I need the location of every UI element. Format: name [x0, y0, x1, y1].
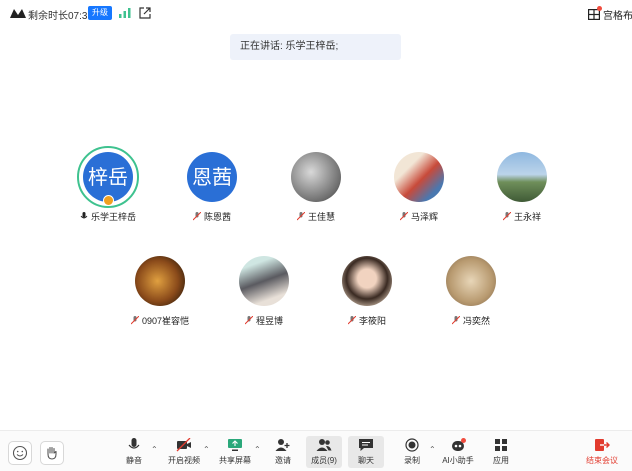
app-logo-icon — [10, 9, 26, 18]
start-video-label: 开启视频 — [168, 456, 200, 465]
participant-tile[interactable]: 梓岳 乐学王梓岳 — [63, 146, 153, 223]
avatar — [394, 152, 444, 202]
apps-icon — [493, 438, 509, 452]
record-button[interactable]: 录制 — [394, 436, 430, 468]
apps-button[interactable]: 应用 — [483, 436, 519, 468]
avatar — [497, 152, 547, 202]
participant-tile[interactable]: 李筱阳 — [322, 256, 412, 327]
participant-name: 陈恩茜 — [203, 212, 231, 222]
share-screen-icon — [227, 438, 243, 452]
record-icon — [404, 438, 420, 452]
meeting-toolbar: 静音 ⌃ 开启视频 ⌃ 共享屏幕 ⌃ 邀请 成员(9) 聊天 录制 ⌃ AI小助… — [0, 430, 632, 471]
mute-button[interactable]: 静音 — [116, 436, 152, 468]
members-icon — [316, 438, 332, 452]
mute-label: 静音 — [126, 456, 142, 465]
top-bar: 剩余时长07:33 升级 宫格布局 — [0, 0, 632, 26]
participant-tile[interactable]: 程昱博 — [219, 256, 309, 327]
share-screen-label: 共享屏幕 — [219, 456, 251, 465]
end-meeting-button[interactable]: 结束会议 — [582, 436, 622, 466]
avatar — [446, 256, 496, 306]
chat-icon — [358, 438, 374, 452]
participant-tile[interactable]: 恩茜 陈恩茜 — [167, 152, 257, 223]
avatar — [135, 256, 185, 306]
ai-assistant-button[interactable]: AI小助手 — [440, 436, 476, 468]
microphone-icon — [126, 438, 142, 452]
participant-tile[interactable]: 王永祥 — [477, 152, 567, 223]
avatar — [291, 152, 341, 202]
chevron-up-icon[interactable]: ⌃ — [254, 445, 261, 454]
upgrade-button[interactable]: 升级 — [88, 6, 112, 20]
exit-icon — [594, 438, 610, 452]
chevron-up-icon[interactable]: ⌃ — [429, 445, 436, 454]
mic-muted-icon — [192, 212, 201, 221]
avatar: 恩茜 — [187, 152, 237, 202]
mic-muted-icon — [130, 316, 139, 325]
ai-assistant-label: AI小助手 — [442, 456, 474, 465]
chat-label: 聊天 — [358, 456, 374, 465]
participant-name: 李筱阳 — [358, 316, 386, 326]
notification-dot — [461, 438, 466, 443]
hand-icon — [47, 446, 57, 460]
mic-on-icon — [80, 212, 88, 219]
participant-name: 王永祥 — [513, 212, 541, 222]
speaking-banner: 正在讲话: 乐学王梓岳; — [230, 34, 401, 60]
signal-icon[interactable] — [119, 8, 131, 18]
avatar — [342, 256, 392, 306]
remaining-time: 剩余时长07:33 — [28, 11, 94, 22]
avatar — [239, 256, 289, 306]
mic-muted-icon — [244, 316, 253, 325]
mic-muted-icon — [502, 212, 511, 221]
raise-hand-button[interactable] — [40, 441, 64, 465]
invite-label: 邀请 — [275, 456, 291, 465]
end-meeting-label: 结束会议 — [586, 456, 618, 465]
mic-muted-icon — [399, 212, 408, 221]
members-button[interactable]: 成员(9) — [306, 436, 342, 468]
add-user-icon — [275, 438, 291, 452]
robot-icon — [450, 438, 466, 452]
notification-dot — [597, 6, 602, 11]
mic-muted-icon — [347, 316, 356, 325]
participant-tile[interactable]: 冯奕然 — [426, 256, 516, 327]
mic-muted-icon — [451, 316, 460, 325]
participant-name: 程昱博 — [255, 316, 283, 326]
record-label: 录制 — [404, 456, 420, 465]
chevron-up-icon[interactable]: ⌃ — [203, 445, 210, 454]
participant-name: 乐学王梓岳 — [90, 212, 136, 222]
host-badge-icon — [103, 195, 114, 206]
participant-name: 冯奕然 — [462, 316, 490, 326]
participant-tile[interactable]: 王佳慧 — [271, 152, 361, 223]
participant-tile[interactable]: 马泽辉 — [374, 152, 464, 223]
members-label: 成员(9) — [311, 456, 337, 465]
apps-label: 应用 — [493, 456, 509, 465]
grid-icon — [588, 6, 602, 21]
camera-off-icon — [176, 437, 192, 452]
invite-button[interactable]: 邀请 — [265, 436, 301, 468]
start-video-button[interactable]: 开启视频 — [166, 436, 202, 468]
participant-tile[interactable]: 0907崔容恺 — [115, 256, 205, 327]
layout-switch-button[interactable]: 宫格布局 — [588, 6, 632, 22]
mic-muted-icon — [296, 212, 305, 221]
participant-name: 王佳慧 — [307, 212, 335, 222]
chat-button[interactable]: 聊天 — [348, 436, 384, 468]
participant-name: 马泽辉 — [410, 212, 438, 222]
share-screen-button[interactable]: 共享屏幕 — [217, 436, 253, 468]
smile-icon — [12, 445, 28, 461]
layout-label: 宫格布局 — [603, 11, 632, 22]
participant-name: 0907崔容恺 — [141, 316, 190, 326]
chevron-up-icon[interactable]: ⌃ — [151, 445, 158, 454]
emoji-button[interactable] — [8, 441, 32, 465]
external-link-icon[interactable] — [139, 7, 151, 19]
